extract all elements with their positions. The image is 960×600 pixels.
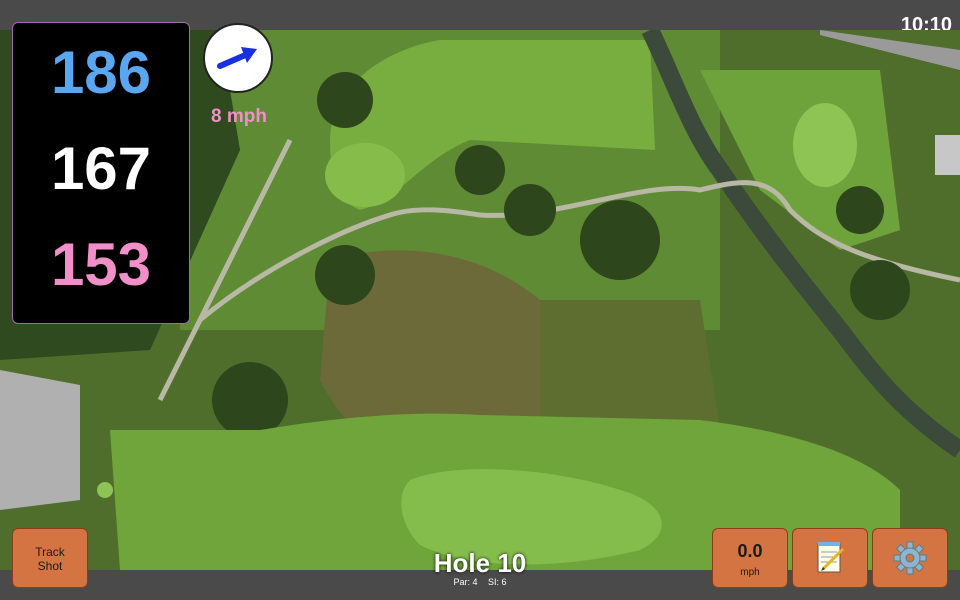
back-distance: 186 — [50, 39, 152, 106]
wind-speed-label: 8 mph — [211, 106, 267, 127]
wind-speed-unit: mph — [740, 567, 760, 578]
tree-cluster — [212, 362, 288, 438]
wind-speed-button[interactable]: 0.0 mph — [712, 528, 788, 588]
tree-cluster — [455, 145, 505, 195]
distance-panel: 186 167 153 — [12, 22, 190, 324]
tree-cluster — [317, 72, 373, 128]
wind-direction-arrow-icon — [217, 47, 257, 69]
tree-cluster — [504, 184, 556, 236]
track-shot-label-line2: Shot — [37, 559, 63, 573]
right-green — [793, 103, 857, 187]
wind-speed-value: 0.0 — [737, 541, 763, 561]
settings-button[interactable] — [872, 528, 948, 588]
middle-distance: 167 — [50, 135, 152, 202]
notepad-icon — [817, 542, 845, 573]
tree-cluster — [836, 186, 884, 234]
gear-icon — [893, 541, 927, 575]
upper-green — [325, 143, 405, 207]
hole-info: Par: 4 SI: 6 — [380, 577, 580, 587]
front-distance: 153 — [50, 231, 152, 298]
tree-cluster — [315, 245, 375, 305]
tree-cluster — [850, 260, 910, 320]
houses-bottom-left — [0, 370, 80, 510]
notes-button[interactable] — [792, 528, 868, 588]
hole-par: Par: 4 — [453, 577, 478, 587]
hole-stroke-index: SI: 6 — [488, 577, 507, 587]
track-shot-button[interactable]: Track Shot — [12, 528, 88, 588]
tree-cluster — [580, 200, 660, 280]
small-green — [97, 482, 113, 498]
wind-indicator — [203, 23, 273, 93]
track-shot-label-line1: Track — [35, 545, 65, 559]
hole-title: Hole 10 — [433, 548, 527, 578]
house-top-right — [935, 135, 960, 175]
